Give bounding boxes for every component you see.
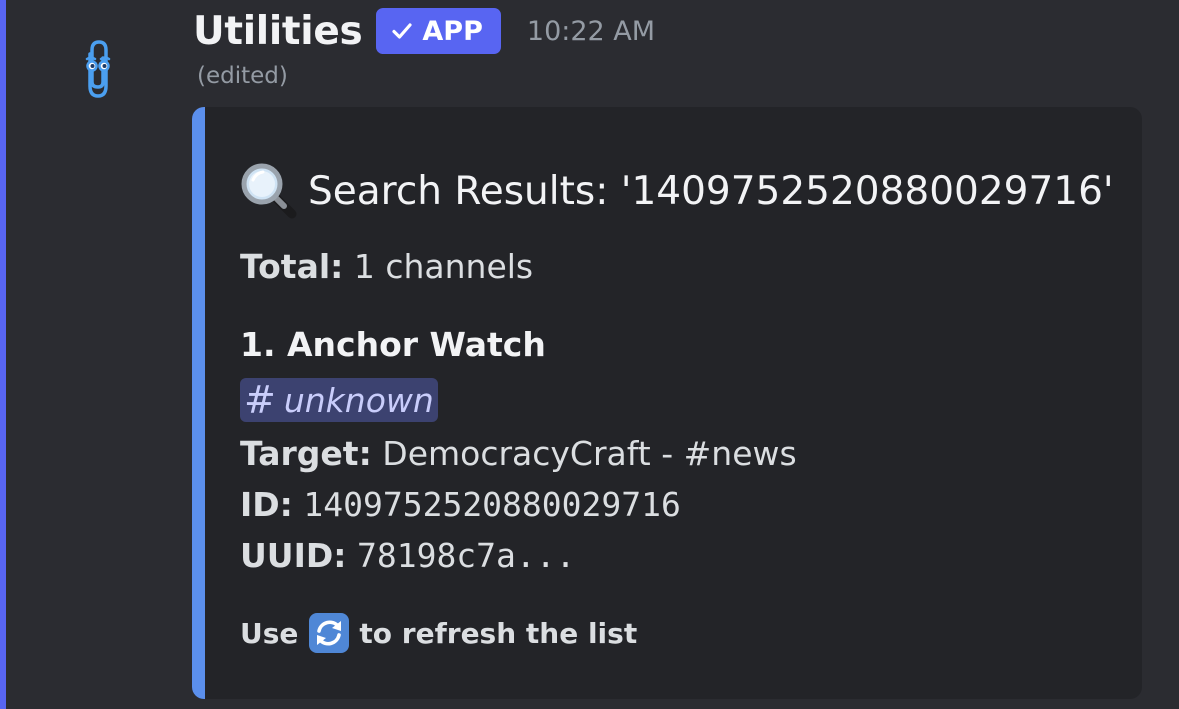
edited-indicator: (edited) (197, 63, 288, 89)
target-row: Target: DemocracyCraft - #news (240, 434, 797, 473)
total-row: Total: 1 channels (240, 247, 533, 286)
id-value: 1409752520880029716 (303, 485, 681, 524)
message-header: Utilities APP 10:22 AM (193, 6, 655, 56)
embed-title-text: Search Results: '1409752520880029716' (308, 168, 1114, 214)
footer-prefix: Use (240, 616, 299, 650)
mention-highlight-bar (0, 0, 6, 709)
uuid-row: UUID: 78198c7a... (240, 536, 576, 575)
target-value: DemocracyCraft - #news (382, 434, 797, 473)
checkmark-icon (392, 23, 413, 39)
uuid-label: UUID: (240, 536, 347, 575)
channel-mention[interactable]: # unknown (240, 378, 438, 422)
channel-row: # unknown (240, 378, 438, 422)
app-badge: APP (376, 8, 501, 54)
bot-avatar[interactable] (72, 34, 120, 104)
result-item-title: 1. Anchor Watch (240, 325, 546, 364)
magnifying-glass-icon (241, 163, 297, 219)
refresh-icon (309, 613, 350, 653)
id-row: ID: 1409752520880029716 (240, 485, 681, 524)
footer-suffix: to refresh the list (359, 616, 638, 650)
channel-hash-icon: # (244, 378, 276, 422)
app-badge-label: APP (422, 15, 483, 47)
message-timestamp[interactable]: 10:22 AM (527, 16, 655, 47)
uuid-value: 78198c7a... (356, 536, 576, 575)
channel-name: unknown (283, 380, 434, 420)
embed-footer: Use to refresh the list (240, 612, 637, 654)
id-label: ID: (240, 485, 293, 524)
target-label: Target: (240, 434, 372, 473)
author-name[interactable]: Utilities (193, 9, 363, 54)
embed-title: Search Results: '1409752520880029716' (240, 162, 1114, 220)
total-label: Total: (240, 247, 344, 286)
total-value: 1 channels (353, 247, 534, 286)
embed-color-stripe (192, 107, 205, 699)
search-results-embed: Search Results: '1409752520880029716' To… (192, 107, 1142, 699)
paperclip-icon (85, 40, 111, 98)
